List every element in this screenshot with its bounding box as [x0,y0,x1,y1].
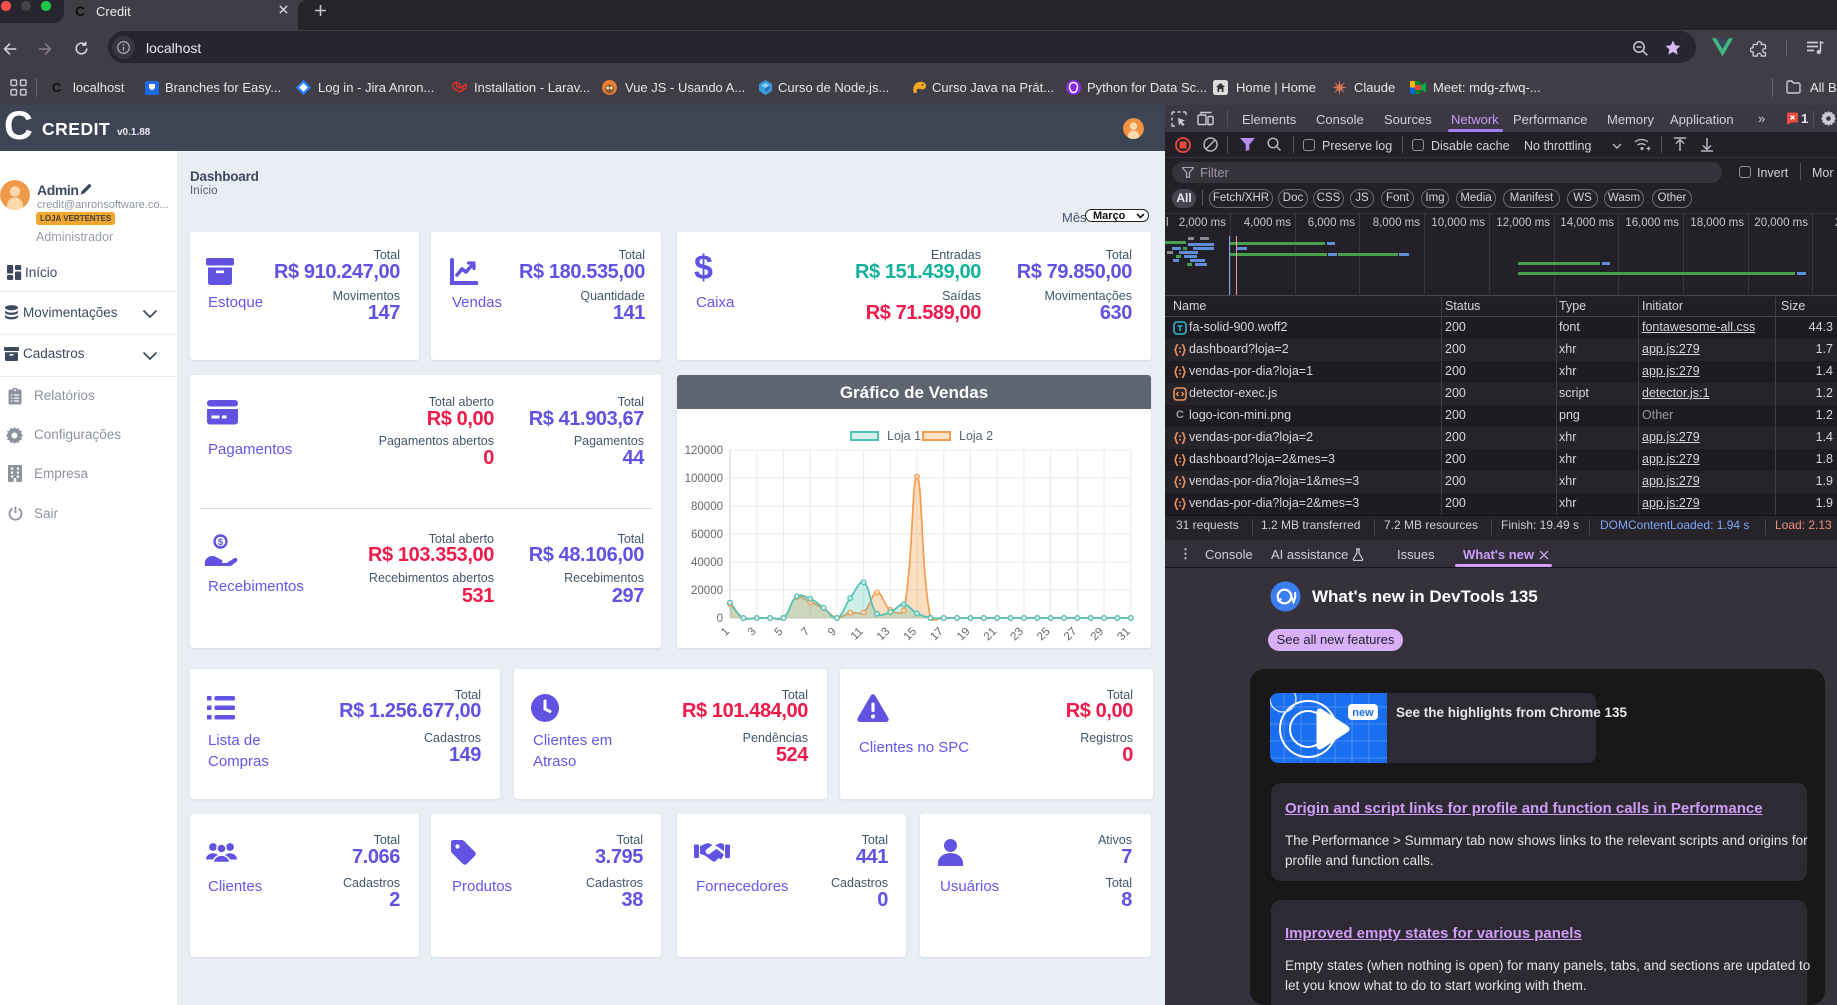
svg-text:7: 7 [799,626,812,639]
svg-text:27: 27 [1062,626,1080,644]
svg-text:29: 29 [1089,626,1107,644]
svg-text:19: 19 [955,626,973,644]
svg-text:31: 31 [1115,626,1133,644]
svg-text:100000: 100000 [685,473,723,485]
svg-text:25: 25 [1035,626,1053,644]
svg-text:60000: 60000 [691,529,723,541]
svg-text:3: 3 [746,626,759,639]
svg-text:13: 13 [875,626,893,644]
svg-text:21: 21 [982,626,1000,644]
svg-text:11: 11 [849,626,866,643]
svg-text:1: 1 [719,626,732,639]
svg-text:new: new [1352,707,1374,719]
svg-text:9: 9 [826,626,839,639]
svg-text:15: 15 [902,626,920,644]
svg-text:40000: 40000 [691,557,723,569]
svg-text:80000: 80000 [691,501,723,513]
svg-text:17: 17 [928,626,946,644]
svg-text:5: 5 [773,626,786,639]
svg-text:20000: 20000 [691,585,723,597]
svg-text:23: 23 [1008,626,1026,644]
svg-text:120000: 120000 [685,445,723,457]
svg-text:0: 0 [717,613,723,625]
